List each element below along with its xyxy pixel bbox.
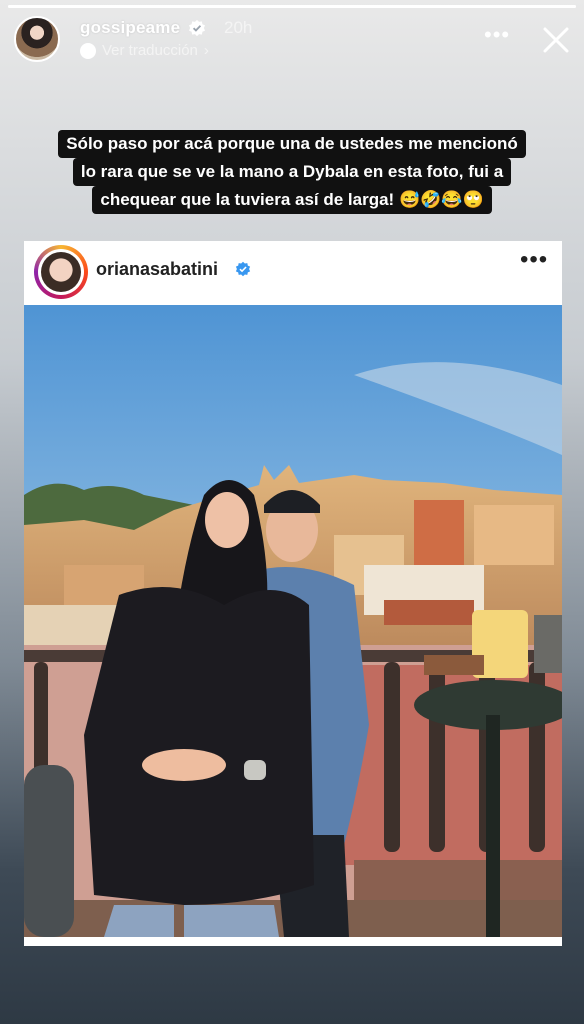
verified-badge-icon [188, 19, 206, 37]
post-more-icon[interactable]: ••• [520, 248, 548, 272]
post-card-bottom [24, 941, 562, 946]
story-timestamp: 20h [224, 18, 253, 37]
verified-badge-icon [235, 261, 251, 277]
translate-icon [80, 42, 96, 59]
chevron-right-icon: › [203, 42, 209, 59]
post-photo [24, 305, 562, 937]
photo-illustration [24, 305, 562, 937]
more-horizontal-icon[interactable]: ••• [484, 24, 510, 46]
post-avatar-photo [41, 252, 81, 292]
story-header: gossipeame 20h Ver traducción › ••• [14, 14, 574, 64]
caption-line: chequear que la tuviera así de larga! 😅🤣… [92, 186, 492, 214]
story-progress-bar [8, 5, 576, 8]
translate-link[interactable]: Ver traducción › [80, 42, 209, 59]
caption-line: lo rara que se ve la mano a Dybala en es… [72, 158, 512, 186]
avatar[interactable] [14, 16, 60, 62]
caption-line: Sólo paso por acá porque una de ustedes … [58, 130, 526, 158]
translate-label: Ver traducción [102, 42, 198, 59]
shared-post-card[interactable]: orianasabatini ••• [24, 241, 562, 946]
story-progress-fill [8, 5, 576, 8]
post-avatar[interactable] [34, 245, 88, 299]
story-username[interactable]: gossipeame [80, 18, 180, 38]
story-caption: Sólo paso por acá porque una de ustedes … [0, 130, 584, 214]
post-header: orianasabatini ••• [24, 241, 562, 305]
post-username[interactable]: orianasabatini [96, 259, 218, 280]
close-icon[interactable] [540, 24, 572, 56]
